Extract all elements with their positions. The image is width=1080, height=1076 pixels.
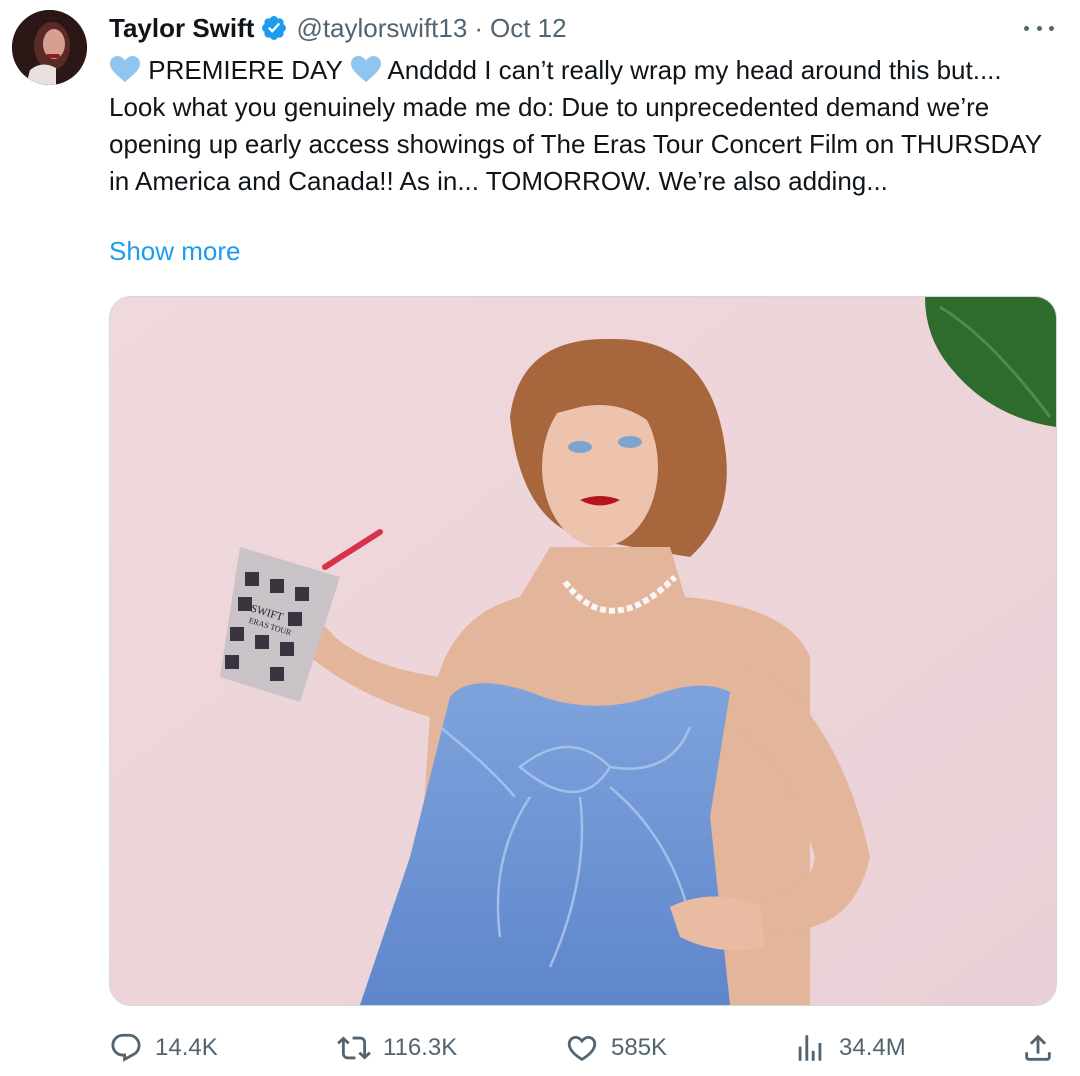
premiere-text: PREMIERE DAY: [148, 55, 343, 85]
reply-button[interactable]: 14.4K: [109, 1028, 218, 1068]
tweet-photo[interactable]: SWIFT ERAS TOUR: [109, 296, 1057, 1006]
author-name[interactable]: Taylor Swift: [109, 13, 254, 44]
author-handle[interactable]: @taylorswift13: [296, 13, 467, 44]
like-count: 585K: [611, 1034, 668, 1061]
like-button[interactable]: 585K: [565, 1028, 667, 1068]
verified-badge-icon[interactable]: [260, 14, 288, 42]
share-upload-icon: [1025, 1034, 1051, 1061]
separator-dot: ·: [474, 12, 484, 43]
more-dot: [1049, 25, 1054, 31]
avatar[interactable]: [12, 10, 87, 85]
light-blue-heart-icon: [109, 55, 141, 83]
tweet-date[interactable]: Oct 12: [490, 13, 567, 44]
retweet-icon: [337, 1036, 371, 1060]
tweet-header: Taylor Swift @taylorswift13 · Oct 12: [109, 10, 567, 46]
tweet-actions: 14.4K 116.3K 585K 34.4M: [109, 1028, 1059, 1068]
more-options-button[interactable]: [1024, 18, 1054, 38]
views-count: 34.4M: [839, 1034, 906, 1061]
tweet: Taylor Swift @taylorswift13 · Oct 12 PRE…: [0, 0, 1080, 1076]
light-blue-heart-icon: [350, 55, 382, 83]
share-button[interactable]: [1021, 1028, 1055, 1068]
more-dot: [1036, 25, 1042, 31]
views-button[interactable]: 34.4M: [793, 1028, 906, 1068]
photo-image: SWIFT ERAS TOUR: [110, 297, 1056, 1005]
show-more-link[interactable]: Show more: [109, 236, 241, 267]
reply-icon: [111, 1033, 141, 1062]
tweet-text-line1: Andddd I can’t really wrap my head aroun…: [387, 55, 930, 85]
like-heart-icon: [567, 1035, 597, 1061]
views-bar-chart-icon: [798, 1035, 822, 1061]
reply-count: 14.4K: [155, 1034, 218, 1061]
more-dot: [1024, 25, 1029, 31]
tweet-text: PREMIERE DAY Andddd I can’t really wrap …: [109, 52, 1059, 200]
retweet-count: 116.3K: [383, 1034, 458, 1061]
retweet-button[interactable]: 116.3K: [337, 1028, 457, 1068]
avatar-image: [12, 10, 87, 85]
